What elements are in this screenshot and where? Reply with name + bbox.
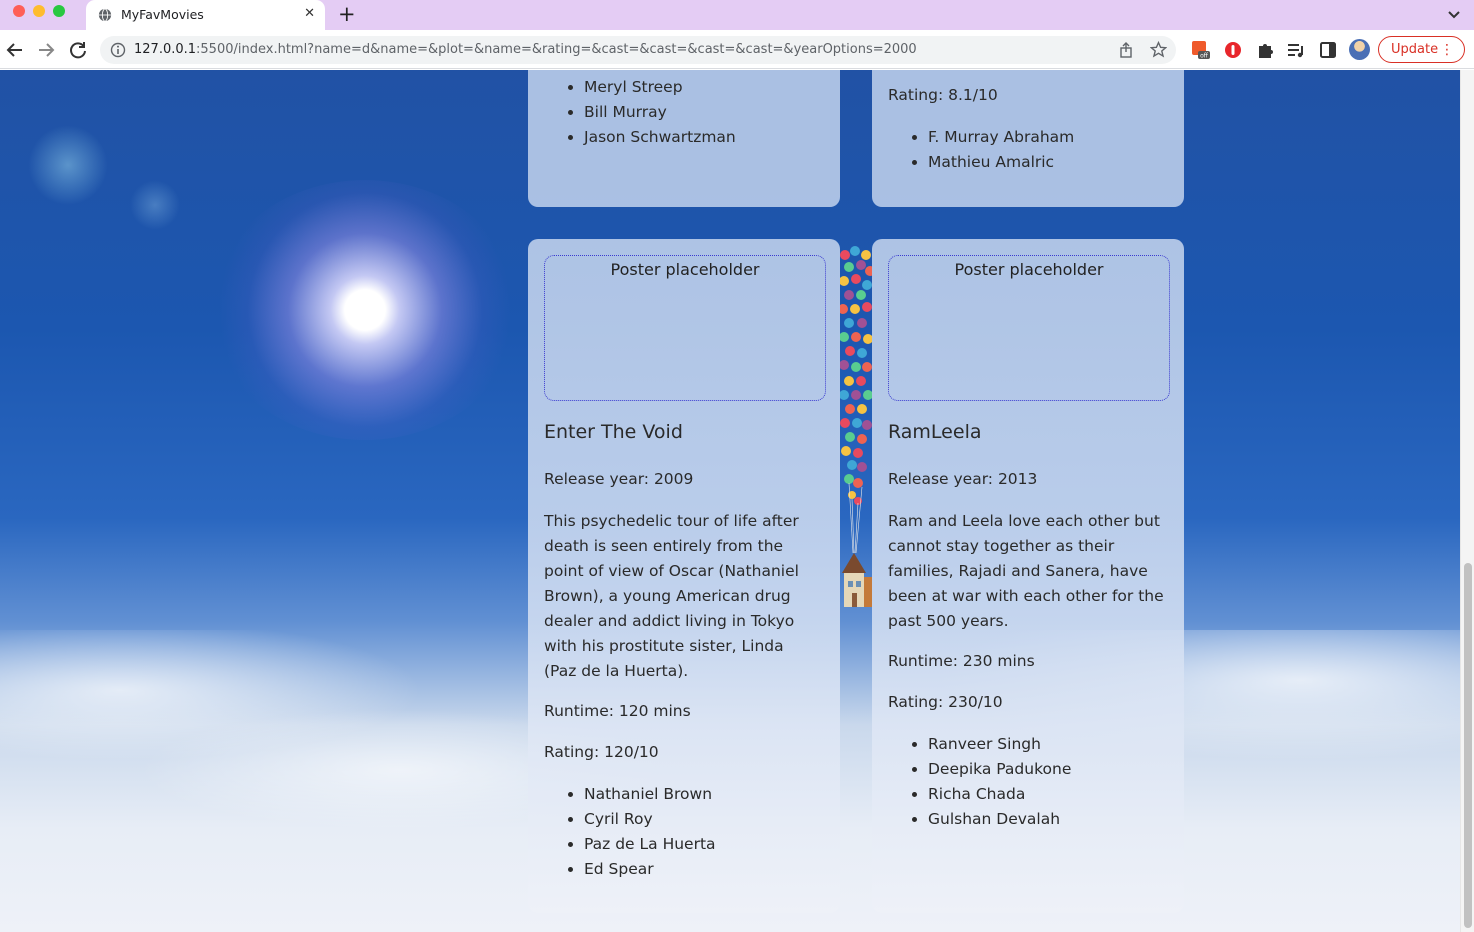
browser-toolbar: 127.0.0.1:5500/index.html?name=d&name=&p… — [0, 30, 1474, 69]
forward-arrow-icon[interactable] — [35, 39, 57, 61]
cast-item: Jason Schwartzman — [584, 125, 736, 150]
background-sun — [210, 180, 520, 440]
movie-card: Meryl Streep Bill Murray Jason Schwartzm… — [528, 70, 840, 207]
adblock-icon[interactable] — [1223, 40, 1243, 60]
movie-runtime: Runtime: 230 mins — [888, 652, 1035, 670]
cast-list: Nathaniel Brown Cyril Roy Paz de La Huer… — [584, 782, 716, 882]
url-text[interactable]: 127.0.0.1:5500/index.html?name=d&name=&p… — [134, 42, 917, 57]
bookmark-star-icon[interactable] — [1150, 41, 1167, 58]
scrollbar-thumb[interactable] — [1464, 563, 1472, 928]
window-minimize-button[interactable] — [33, 5, 45, 17]
more-menu-icon[interactable]: ⋮ — [1440, 42, 1454, 58]
page-scrollbar[interactable] — [1460, 70, 1474, 932]
balloon-house-image — [840, 246, 872, 607]
browser-tab[interactable]: MyFavMovies ✕ — [86, 0, 325, 30]
svg-text:off: off — [1200, 53, 1209, 60]
movie-release-year: Release year: 2013 — [888, 470, 1038, 488]
movie-plot: Ram and Leela love each other but cannot… — [888, 512, 1164, 630]
chevron-down-icon[interactable] — [1446, 6, 1462, 22]
movie-card: Rating: 8.1/10 F. Murray Abraham Mathieu… — [872, 70, 1184, 207]
movie-runtime: Runtime: 120 mins — [544, 702, 691, 720]
movie-rating: Rating: 230/10 — [888, 693, 1003, 711]
window-maximize-button[interactable] — [53, 5, 65, 17]
globe-icon — [98, 8, 112, 22]
cast-list: F. Murray Abraham Mathieu Amalric — [928, 125, 1074, 175]
page-viewport: Meryl Streep Bill Murray Jason Schwartzm… — [0, 70, 1474, 932]
background-orb — [130, 180, 180, 230]
movie-rating: Rating: 8.1/10 — [888, 86, 998, 104]
movie-title: Enter The Void — [544, 421, 683, 443]
poster-placeholder: Poster placeholder — [544, 255, 826, 401]
new-tab-button[interactable]: + — [338, 3, 356, 25]
close-icon[interactable]: ✕ — [304, 6, 315, 22]
info-icon[interactable] — [110, 42, 126, 58]
movie-release-year: Release year: 2009 — [544, 470, 694, 488]
cast-list: Meryl Streep Bill Murray Jason Schwartzm… — [584, 75, 736, 150]
cast-item: Ed Spear — [584, 857, 716, 882]
window-close-button[interactable] — [13, 5, 25, 17]
background-orb — [28, 125, 108, 205]
update-button[interactable]: Update ⋮ — [1378, 36, 1465, 63]
back-arrow-icon[interactable] — [4, 39, 26, 61]
poster-placeholder: Poster placeholder — [888, 255, 1170, 401]
movie-card: Poster placeholder RamLeela Release year… — [872, 239, 1184, 913]
share-icon[interactable] — [1118, 42, 1134, 58]
cast-item: F. Murray Abraham — [928, 125, 1074, 150]
reload-icon[interactable] — [67, 39, 89, 61]
side-panel-icon[interactable] — [1318, 40, 1338, 60]
cast-item: Cyril Roy — [584, 807, 716, 832]
puzzle-extensions-icon[interactable] — [1255, 40, 1275, 60]
cast-item: Gulshan Devalah — [928, 807, 1071, 832]
cast-item: Richa Chada — [928, 782, 1071, 807]
cast-item: Ranveer Singh — [928, 732, 1071, 757]
update-label: Update — [1391, 42, 1439, 57]
media-queue-icon[interactable] — [1286, 40, 1306, 60]
movie-title: RamLeela — [888, 421, 982, 443]
extension-off-icon[interactable]: off — [1191, 40, 1211, 60]
cast-item: Nathaniel Brown — [584, 782, 716, 807]
poster-label: Poster placeholder — [610, 260, 760, 279]
cast-item: Mathieu Amalric — [928, 150, 1074, 175]
movie-card: Poster placeholder Enter The Void Releas… — [528, 239, 840, 913]
cast-item: Paz de La Huerta — [584, 832, 716, 857]
profile-avatar[interactable] — [1349, 39, 1370, 60]
movie-rating: Rating: 120/10 — [544, 743, 659, 761]
cast-list: Ranveer Singh Deepika Padukone Richa Cha… — [928, 732, 1071, 832]
tab-title: MyFavMovies — [121, 7, 204, 22]
cast-item: Deepika Padukone — [928, 757, 1071, 782]
address-bar[interactable]: 127.0.0.1:5500/index.html?name=d&name=&p… — [100, 36, 1176, 64]
tab-bar: MyFavMovies ✕ + — [0, 0, 1474, 30]
poster-label: Poster placeholder — [954, 260, 1104, 279]
cast-item: Meryl Streep — [584, 75, 736, 100]
movie-plot: This psychedelic tour of life after deat… — [544, 512, 799, 680]
cast-item: Bill Murray — [584, 100, 736, 125]
